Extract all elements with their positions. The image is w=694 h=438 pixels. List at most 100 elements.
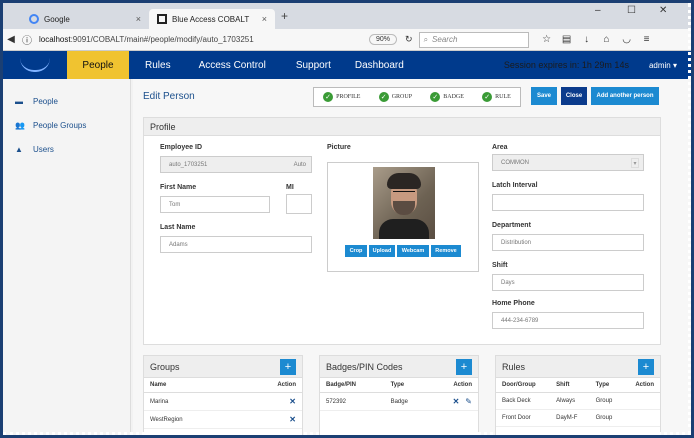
badge-pin: 572392 [320, 392, 385, 411]
nav-rules[interactable]: Rules [145, 60, 171, 71]
badges-card: Badges/PIN Codes + Badge/PIN Type Action… [319, 355, 479, 435]
first-name-label: First Name [160, 184, 197, 191]
maximize-button[interactable]: ☐ [627, 5, 636, 16]
remove-icon[interactable]: ✕ [289, 415, 296, 424]
shift-value: Days [501, 279, 515, 286]
bookmark-star-icon[interactable]: ☆ [537, 34, 557, 45]
cobalt-logo[interactable] [3, 51, 67, 79]
first-name-value: Tom [169, 201, 181, 208]
add-group-button[interactable]: + [280, 359, 296, 375]
groups-title: Groups [150, 361, 180, 372]
first-name-field[interactable]: Tom [160, 196, 270, 213]
group-name: Marina [144, 392, 238, 411]
google-icon [29, 14, 39, 24]
close-tab-icon[interactable]: × [136, 14, 141, 24]
tab-label: Blue Access COBALT [172, 14, 250, 24]
home-icon[interactable]: ⌂ [597, 34, 617, 45]
tab-google[interactable]: Google × [21, 9, 149, 29]
step-group[interactable]: ✓ GROUP [378, 92, 412, 102]
step-label: PROFILE [336, 94, 361, 100]
close-tab-icon[interactable]: × [262, 14, 267, 24]
reload-icon[interactable]: ↻ [405, 34, 413, 45]
rule-type: Group [589, 392, 624, 410]
sidebar-item-label: People Groups [33, 120, 87, 130]
address-bar: ◀ ⓘ localhost:9091/COBALT/main#/people/m… [3, 29, 691, 51]
shift-field[interactable]: Days [492, 274, 644, 291]
mi-field[interactable] [286, 194, 312, 214]
app-header: People Rules Access Control Support Dash… [3, 51, 691, 79]
new-tab-button[interactable]: + [281, 9, 288, 23]
home-phone-label: Home Phone [492, 300, 535, 307]
employee-id-suffix: Auto [293, 161, 306, 168]
minimize-button[interactable]: – [595, 5, 601, 16]
last-name-value: Adams [169, 241, 188, 248]
column-header: Action [429, 378, 478, 393]
column-header: Badge/PIN [320, 378, 385, 393]
home-phone-field[interactable]: 444-234-6789 [492, 312, 644, 329]
profile-panel: Profile Employee ID auto_1703251 Auto Fi… [143, 117, 661, 345]
nav-people[interactable]: People [67, 51, 129, 79]
nav-support[interactable]: Support [296, 60, 331, 71]
sidebar-item-label: People [33, 96, 58, 106]
search-icon: ⌕ [423, 34, 429, 44]
nav-dashboard[interactable]: Dashboard [355, 60, 404, 71]
step-profile[interactable]: ✓ PROFILE [323, 92, 360, 102]
column-header: Door/Group [496, 378, 551, 393]
rule-type: Group [589, 409, 624, 427]
badges-table: Badge/PIN Type Action 572392 Badge ✕ ✎ [320, 378, 478, 411]
remove-icon[interactable]: ✕ [453, 397, 460, 406]
close-window-button[interactable]: ✕ [659, 5, 667, 16]
user-name: admin [648, 60, 671, 70]
last-name-label: Last Name [160, 224, 196, 231]
last-name-field[interactable]: Adams [160, 236, 312, 253]
latch-interval-field[interactable] [492, 194, 644, 211]
add-another-person-button[interactable]: Add another person [591, 87, 659, 105]
rule-shift: DayM-F [550, 409, 590, 427]
table-row: Back Deck Always Group [496, 392, 660, 410]
library-icon[interactable]: ▤ [557, 34, 577, 45]
pocket-icon[interactable]: ◡ [617, 34, 637, 45]
url-path: :9091/COBALT/main#/people/modify/auto_17… [70, 35, 254, 44]
close-button[interactable]: Close [561, 87, 587, 105]
tab-cobalt[interactable]: Blue Access COBALT × [149, 9, 275, 29]
save-button[interactable]: Save [531, 87, 557, 105]
session-timer: Session expires in: 1h 29m 14s [503, 60, 629, 70]
add-rule-button[interactable]: + [638, 359, 654, 375]
column-header: Type [589, 378, 624, 393]
webcam-button[interactable]: Webcam [397, 245, 429, 257]
table-row: WestRegion ✕ [144, 410, 302, 429]
department-field[interactable]: Distribution [492, 234, 644, 251]
sidebar-item-people-groups[interactable]: 👥 People Groups [3, 113, 130, 137]
picture-box: Crop Upload Webcam Remove [327, 162, 479, 272]
menu-icon[interactable]: ≡ [637, 34, 657, 45]
area-select[interactable]: COMMON ▾ [492, 154, 644, 171]
download-icon[interactable]: ↓ [577, 34, 597, 45]
groups-table: Name Action Marina ✕ WestRegion ✕ [144, 378, 302, 429]
pencil-icon[interactable]: ✎ [465, 397, 472, 406]
sidebar-item-users[interactable]: ▲ Users [3, 137, 130, 161]
step-badge[interactable]: ✓ BADGE [430, 92, 464, 102]
sidebar-item-label: Users [33, 144, 54, 154]
picture-label: Picture [327, 144, 351, 151]
zoom-level[interactable]: 90% [369, 34, 398, 45]
user-menu[interactable]: admin ▾ [649, 61, 677, 70]
step-rule[interactable]: ✓ RULE [482, 92, 511, 102]
search-input[interactable]: ⌕ Search [418, 31, 529, 48]
remove-icon[interactable]: ✕ [289, 397, 296, 406]
sidebar-item-people[interactable]: ▬ People [3, 89, 130, 113]
info-icon[interactable]: ⓘ [19, 32, 35, 47]
shift-label: Shift [492, 262, 508, 269]
add-badge-button[interactable]: + [456, 359, 472, 375]
nav-access-control[interactable]: Access Control [199, 60, 266, 71]
url-field[interactable]: localhost:9091/COBALT/main#/people/modif… [39, 35, 369, 44]
crop-button[interactable]: Crop [345, 245, 367, 257]
table-row: Marina ✕ [144, 392, 302, 411]
profile-section-title: Profile [144, 118, 660, 136]
remove-button[interactable]: Remove [431, 245, 461, 257]
back-arrow-icon[interactable]: ◀ [3, 34, 19, 45]
upload-button[interactable]: Upload [369, 245, 395, 257]
check-icon: ✓ [378, 92, 389, 102]
chevron-down-icon: ▾ [672, 60, 677, 70]
person-photo [373, 167, 435, 239]
department-label: Department [492, 222, 531, 229]
